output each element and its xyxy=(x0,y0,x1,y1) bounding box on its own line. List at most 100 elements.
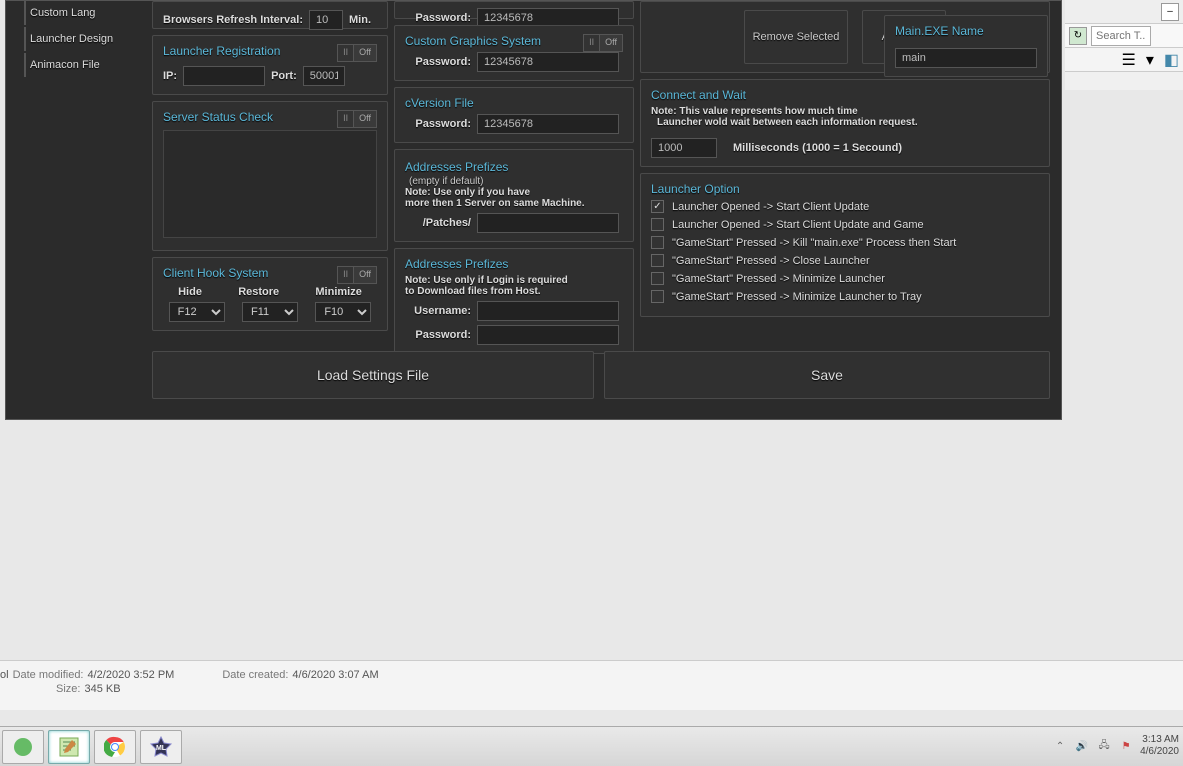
cversion-pwd-label: Password: xyxy=(405,118,471,130)
browsers-refresh-unit: Min. xyxy=(349,14,371,26)
save-button[interactable]: Save xyxy=(604,351,1050,399)
minimize-select[interactable]: F10 xyxy=(315,302,371,322)
custom-graphics-toggle[interactable]: IIOff xyxy=(583,34,623,52)
search-input[interactable] xyxy=(1091,26,1151,46)
hide-label: Hide xyxy=(178,286,202,298)
launcher-option-label: "GameStart" Pressed -> Close Launcher xyxy=(672,255,870,267)
server-status-toggle[interactable]: IIOff xyxy=(337,110,377,128)
port-input[interactable] xyxy=(303,66,345,86)
launcher-option-label: "GameStart" Pressed -> Kill "main.exe" P… xyxy=(672,237,956,249)
client-hook-section: IIOff Client Hook System Hide Restore Mi… xyxy=(152,257,388,331)
tray-clock[interactable]: 3:13 AM 4/6/2020 xyxy=(1140,734,1179,758)
details-prefix: ol xyxy=(0,669,9,681)
cversion-pwd-input[interactable] xyxy=(477,114,619,134)
minimize-label: Minimize xyxy=(315,286,361,298)
view-list-icon[interactable]: ☰ xyxy=(1122,50,1136,70)
custom-graphics-section: IIOff Custom Graphics System Password: xyxy=(394,25,634,81)
connect-unit: Milliseconds (1000 = 1 Secound) xyxy=(733,142,902,154)
top-password-section: Password: xyxy=(394,1,634,19)
launcher-option-3[interactable]: "GameStart" Pressed -> Close Launcher xyxy=(651,254,1039,267)
username-label: Username: xyxy=(405,305,471,317)
sidebar: Custom Lang Launcher Design Animacon Fil… xyxy=(24,1,144,79)
launcher-reg-toggle[interactable]: IIOff xyxy=(337,44,377,62)
launcher-option-5[interactable]: "GameStart" Pressed -> Minimize Launcher… xyxy=(651,290,1039,303)
password2-input[interactable] xyxy=(477,325,619,345)
server-status-list[interactable] xyxy=(163,130,377,238)
mainexe-title: Main.EXE Name xyxy=(895,24,1037,38)
tray-volume-icon[interactable]: 🔊 xyxy=(1074,738,1090,754)
addr2-note2: to Download files from Host. xyxy=(405,286,623,297)
client-hook-toggle[interactable]: IIOff xyxy=(337,266,377,284)
addr2-note1: Note: Use only if Login is required xyxy=(405,275,623,286)
connect-value-input[interactable] xyxy=(651,138,717,158)
explorer-strip: – ↻ ☰ ▾ ◧ xyxy=(1065,0,1183,90)
username-input[interactable] xyxy=(477,301,619,321)
minimize-window-btn[interactable]: – xyxy=(1161,3,1179,21)
mainexe-input[interactable] xyxy=(895,48,1037,68)
launcher-option-2[interactable]: "GameStart" Pressed -> Kill "main.exe" P… xyxy=(651,236,1039,249)
checkbox-icon[interactable]: ✓ xyxy=(651,200,664,213)
ip-input[interactable] xyxy=(183,66,265,86)
sidebar-item-animacon-file[interactable]: Animacon File xyxy=(24,53,144,77)
restore-label: Restore xyxy=(238,286,279,298)
mainexe-section: Main.EXE Name xyxy=(884,15,1048,77)
settings-window: Custom Lang Launcher Design Animacon Fil… xyxy=(5,0,1062,420)
addr1-note1: Note: Use only if you have xyxy=(405,187,623,198)
taskbar-start-icon[interactable] xyxy=(2,730,44,764)
addr1-input[interactable] xyxy=(477,213,619,233)
checkbox-icon[interactable] xyxy=(651,236,664,249)
launcher-option-label: Launcher Opened -> Start Client Update a… xyxy=(672,219,924,231)
checkbox-icon[interactable] xyxy=(651,290,664,303)
checkbox-icon[interactable] xyxy=(651,272,664,285)
ip-label: IP: xyxy=(163,70,177,82)
browsers-refresh-section: Browsers Refresh Interval: Min. xyxy=(152,1,388,29)
connect-note1: Note: This value represents how much tim… xyxy=(651,106,1039,117)
launcher-option-0[interactable]: ✓ Launcher Opened -> Start Client Update xyxy=(651,200,1039,213)
addr1-title: Addresses Prefizes xyxy=(405,160,508,174)
view-dropdown-icon[interactable]: ▾ xyxy=(1146,50,1154,70)
checkbox-icon[interactable] xyxy=(651,218,664,231)
taskbar-chrome-icon[interactable] xyxy=(94,730,136,764)
restore-select[interactable]: F11 xyxy=(242,302,298,322)
launcher-registration-section: IIOff Launcher Registration IP: Port: xyxy=(152,35,388,95)
tray-date: 4/6/2020 xyxy=(1140,746,1179,758)
port-label: Port: xyxy=(271,70,297,82)
cgraphics-pwd-input[interactable] xyxy=(477,52,619,72)
nav-refresh-icon[interactable]: ↻ xyxy=(1069,27,1087,45)
sidebar-item-custom-lang[interactable]: Custom Lang xyxy=(24,1,144,25)
browsers-refresh-input[interactable] xyxy=(309,10,343,30)
svg-text:ML: ML xyxy=(156,745,167,752)
connect-note2: Launcher wold wait between each informat… xyxy=(657,117,1039,128)
tray-flag-icon[interactable]: ⚑ xyxy=(1118,738,1134,754)
launcher-option-section: Launcher Option ✓ Launcher Opened -> Star… xyxy=(640,173,1050,317)
date-created-value: 4/6/2020 3:07 AM xyxy=(292,669,378,681)
cgraphics-pwd-label: Password: xyxy=(405,56,471,68)
addr1-hint: (empty if default) xyxy=(409,176,623,187)
file-details-bar: ol Date modified: 4/2/2020 3:52 PM Date … xyxy=(0,660,1183,710)
tray-chevron-icon[interactable]: ⌃ xyxy=(1052,738,1068,754)
tray-network-icon[interactable]: 🖧 xyxy=(1096,738,1112,754)
size-value: 345 KB xyxy=(84,683,120,695)
launcher-option-title: Launcher Option xyxy=(651,182,1039,196)
addr1-value-label: /Patches/ xyxy=(405,217,471,229)
date-created-label: Date created: xyxy=(222,669,288,681)
taskbar-launcher-icon[interactable]: ML xyxy=(140,730,182,764)
launcher-option-label: "GameStart" Pressed -> Minimize Launcher… xyxy=(672,291,922,303)
checkbox-icon[interactable] xyxy=(651,254,664,267)
preview-pane-icon[interactable]: ◧ xyxy=(1164,50,1179,70)
browsers-refresh-label: Browsers Refresh Interval: xyxy=(163,14,303,26)
addresses-prefixes-2-section: Addresses Prefizes Note: Use only if Log… xyxy=(394,248,634,354)
remove-selected-button[interactable]: Remove Selected xyxy=(744,10,848,64)
launcher-option-4[interactable]: "GameStart" Pressed -> Minimize Launcher xyxy=(651,272,1039,285)
system-tray: ⌃ 🔊 🖧 ⚑ 3:13 AM 4/6/2020 xyxy=(1052,726,1179,766)
server-status-section: IIOff Server Status Check xyxy=(152,101,388,251)
launcher-option-label: "GameStart" Pressed -> Minimize Launcher xyxy=(672,273,885,285)
sidebar-item-launcher-design[interactable]: Launcher Design xyxy=(24,27,144,51)
cversion-section: cVersion File Password: xyxy=(394,87,634,143)
launcher-option-1[interactable]: Launcher Opened -> Start Client Update a… xyxy=(651,218,1039,231)
tray-time: 3:13 AM xyxy=(1140,734,1179,746)
hide-select[interactable]: F12 xyxy=(169,302,225,322)
launcher-option-label: Launcher Opened -> Start Client Update xyxy=(672,201,869,213)
load-settings-button[interactable]: Load Settings File xyxy=(152,351,594,399)
taskbar-notepadpp-icon[interactable] xyxy=(48,730,90,764)
